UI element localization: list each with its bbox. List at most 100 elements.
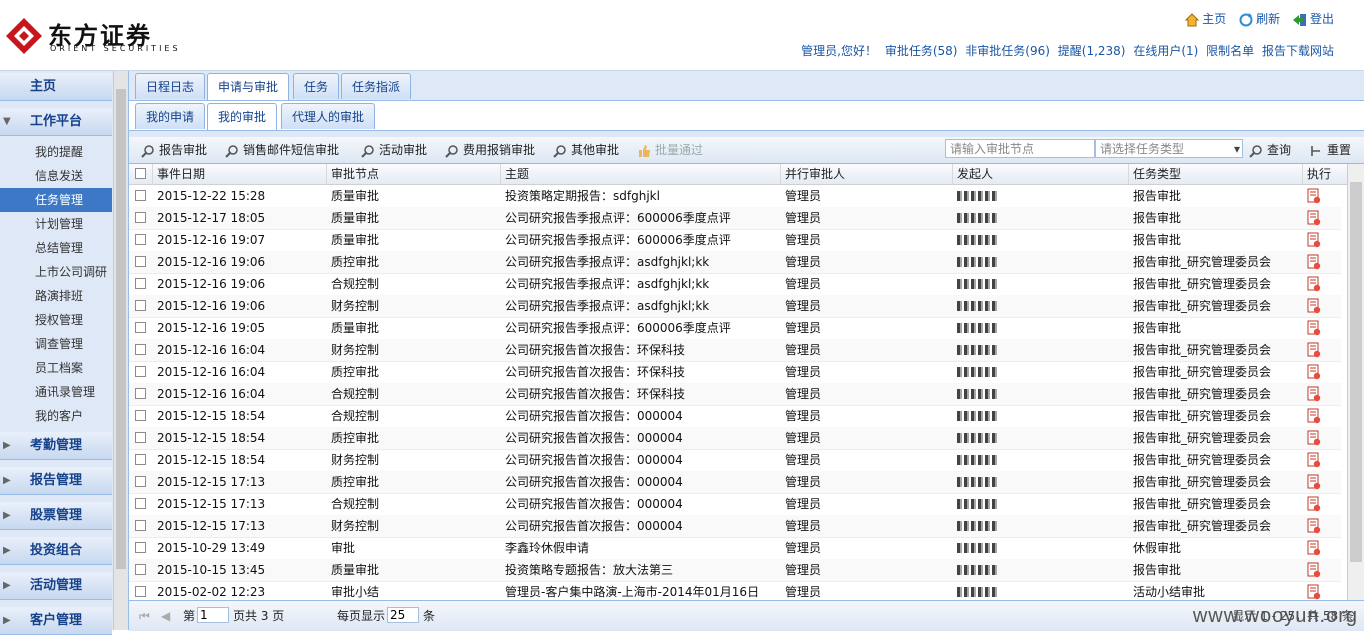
- grid-scrollbar[interactable]: [1347, 164, 1364, 600]
- sidebar-item-info-send[interactable]: 信息发送: [0, 164, 112, 188]
- cell-subject[interactable]: 公司研究报告首次报告：环保科技: [501, 361, 781, 383]
- execute-icon[interactable]: [1307, 232, 1321, 248]
- execute-icon[interactable]: [1307, 496, 1321, 512]
- refresh-link[interactable]: 刷新: [1238, 10, 1280, 28]
- table-row[interactable]: 2015-12-17 18:05 质量审批 公司研究报告季报点评：600006季度点…: [129, 207, 1341, 230]
- row-checkbox[interactable]: [135, 542, 146, 553]
- execute-icon[interactable]: [1307, 342, 1321, 358]
- sidebar-item-my-clients[interactable]: 我的客户: [0, 404, 112, 428]
- approval-node-input[interactable]: 请输入审批节点: [945, 139, 1095, 158]
- table-row[interactable]: 2015-10-15 13:45 质量审批 投资策略专题报告：放大法第三 管理员 报告审…: [129, 559, 1341, 582]
- other-approval-button[interactable]: 其他审批: [553, 141, 619, 159]
- execute-icon[interactable]: [1307, 210, 1321, 226]
- sidebar-item-authorization[interactable]: 授权管理: [0, 308, 112, 332]
- table-row[interactable]: 2015-12-15 18:54 合规控制 公司研究报告首次报告：000004 管理员…: [129, 405, 1341, 428]
- cell-subject[interactable]: 管理员-客户集中路演-上海市-2014年01月16日: [501, 581, 781, 600]
- execute-icon[interactable]: [1307, 452, 1321, 468]
- table-row[interactable]: 2015-12-16 19:06 财务控制 公司研究报告季报点评：asdfghjkl…: [129, 295, 1341, 318]
- execute-icon[interactable]: [1307, 584, 1321, 600]
- execute-icon[interactable]: [1307, 254, 1321, 270]
- execute-icon[interactable]: [1307, 562, 1321, 578]
- sales-email-sms-approval-button[interactable]: 销售邮件短信审批: [225, 141, 339, 159]
- table-row[interactable]: 2015-02-02 12:23 审批小结 管理员-客户集中路演-上海市-2014年…: [129, 581, 1341, 600]
- activity-approval-button[interactable]: 活动审批: [361, 141, 427, 159]
- sidebar-section-home[interactable]: 主页: [0, 73, 112, 101]
- row-checkbox[interactable]: [135, 432, 146, 443]
- table-row[interactable]: 2015-12-15 17:13 合规控制 公司研究报告首次报告：000004 管理员…: [129, 493, 1341, 516]
- row-checkbox[interactable]: [135, 300, 146, 311]
- sidebar-item-task-management[interactable]: 任务管理: [0, 188, 112, 212]
- cell-subject[interactable]: 公司研究报告首次报告：环保科技: [501, 383, 781, 405]
- sidebar-section-workplatform[interactable]: ▼ 工作平台: [0, 108, 112, 136]
- row-checkbox[interactable]: [135, 454, 146, 465]
- cell-subject[interactable]: 李鑫玲休假申请: [501, 537, 781, 559]
- sidebar-item-survey[interactable]: 调查管理: [0, 332, 112, 356]
- cell-subject[interactable]: 投资策略专题报告：放大法第三: [501, 559, 781, 581]
- execute-icon[interactable]: [1307, 188, 1321, 204]
- select-all-checkbox[interactable]: [135, 168, 146, 179]
- batch-approve-button[interactable]: 批量通过: [637, 141, 703, 159]
- row-checkbox[interactable]: [135, 212, 146, 223]
- execute-icon[interactable]: [1307, 430, 1321, 446]
- col-node[interactable]: 审批节点: [327, 164, 501, 184]
- report-approval-button[interactable]: 报告审批: [141, 141, 207, 159]
- cell-subject[interactable]: 公司研究报告季报点评：600006季度点评: [501, 229, 781, 251]
- row-checkbox[interactable]: [135, 322, 146, 333]
- cell-subject[interactable]: 公司研究报告首次报告：000004: [501, 515, 781, 537]
- execute-icon[interactable]: [1307, 518, 1321, 534]
- table-row[interactable]: 2015-12-15 18:54 财务控制 公司研究报告首次报告：000004 管理员…: [129, 449, 1341, 472]
- reset-button[interactable]: 重置: [1309, 141, 1351, 159]
- col-type[interactable]: 任务类型: [1129, 164, 1303, 184]
- sidebar-section-activities[interactable]: ▶ 活动管理: [0, 572, 112, 600]
- table-row[interactable]: 2015-12-15 17:13 财务控制 公司研究报告首次报告：000004 管理员…: [129, 515, 1341, 538]
- tab-application-approval[interactable]: 申请与审批: [207, 73, 290, 100]
- sidebar-item-employee-records[interactable]: 员工档案: [0, 356, 112, 380]
- cell-subject[interactable]: 公司研究报告首次报告：000004: [501, 493, 781, 515]
- sidebar-item-address-book[interactable]: 通讯录管理: [0, 380, 112, 404]
- page-number-input[interactable]: [197, 607, 229, 623]
- task-type-select[interactable]: 请选择任务类型 ▾: [1095, 139, 1243, 158]
- sidebar-section-reports[interactable]: ▶ 报告管理: [0, 467, 112, 495]
- non-approval-tasks-link[interactable]: 非审批任务(96): [965, 44, 1050, 58]
- cell-subject[interactable]: 公司研究报告季报点评：asdfghjkl;kk: [501, 295, 781, 317]
- sidebar-item-reminders[interactable]: 我的提醒: [0, 140, 112, 164]
- table-row[interactable]: 2015-12-16 16:04 财务控制 公司研究报告首次报告：环保科技 管理员 报告…: [129, 339, 1341, 362]
- row-checkbox[interactable]: [135, 344, 146, 355]
- query-button[interactable]: 查询: [1249, 141, 1291, 159]
- sidebar-item-company-research[interactable]: 上市公司调研: [0, 260, 112, 284]
- expense-approval-button[interactable]: 费用报销审批: [445, 141, 535, 159]
- home-link[interactable]: 主页: [1184, 10, 1226, 28]
- row-checkbox[interactable]: [135, 388, 146, 399]
- row-checkbox[interactable]: [135, 234, 146, 245]
- approval-tasks-link[interactable]: 审批任务(58): [885, 44, 958, 58]
- sidebar-section-clients[interactable]: ▶ 客户管理: [0, 607, 112, 635]
- table-row[interactable]: 2015-12-22 15:28 质量审批 投资策略定期报告：sdfghjkl 管理员…: [129, 185, 1341, 208]
- table-row[interactable]: 2015-10-29 13:49 审批 李鑫玲休假申请 管理员 休假审批: [129, 537, 1341, 560]
- cell-subject[interactable]: 公司研究报告首次报告：000004: [501, 405, 781, 427]
- col-initiator[interactable]: 发起人: [953, 164, 1129, 184]
- row-checkbox[interactable]: [135, 366, 146, 377]
- prev-page-icon[interactable]: ◀: [161, 607, 170, 625]
- report-download-link[interactable]: 报告下载网站: [1262, 44, 1334, 58]
- cell-subject[interactable]: 公司研究报告季报点评：600006季度点评: [501, 207, 781, 229]
- tab-schedule-log[interactable]: 日程日志: [135, 73, 206, 99]
- cell-subject[interactable]: 公司研究报告首次报告：000004: [501, 471, 781, 493]
- sidebar-item-summary-management[interactable]: 总结管理: [0, 236, 112, 260]
- reminders-link[interactable]: 提醒(1,238): [1058, 44, 1126, 58]
- col-date[interactable]: 事件日期: [153, 164, 327, 184]
- execute-icon[interactable]: [1307, 474, 1321, 490]
- online-users-link[interactable]: 在线用户(1): [1133, 44, 1198, 58]
- row-checkbox[interactable]: [135, 410, 146, 421]
- execute-icon[interactable]: [1307, 386, 1321, 402]
- cell-subject[interactable]: 公司研究报告首次报告：000004: [501, 427, 781, 449]
- cell-subject[interactable]: 投资策略定期报告：sdfghjkl: [501, 185, 781, 207]
- table-row[interactable]: 2015-12-16 19:07 质量审批 公司研究报告季报点评：600006季度点…: [129, 229, 1341, 252]
- grid-scroll-thumb[interactable]: [1350, 182, 1362, 562]
- table-row[interactable]: 2015-12-16 16:04 合规控制 公司研究报告首次报告：环保科技 管理员 报告…: [129, 383, 1341, 406]
- logout-link[interactable]: 登出: [1292, 10, 1334, 28]
- execute-icon[interactable]: [1307, 320, 1321, 336]
- execute-icon[interactable]: [1307, 408, 1321, 424]
- execute-icon[interactable]: [1307, 298, 1321, 314]
- sidebar-item-plan-management[interactable]: 计划管理: [0, 212, 112, 236]
- row-checkbox[interactable]: [135, 520, 146, 531]
